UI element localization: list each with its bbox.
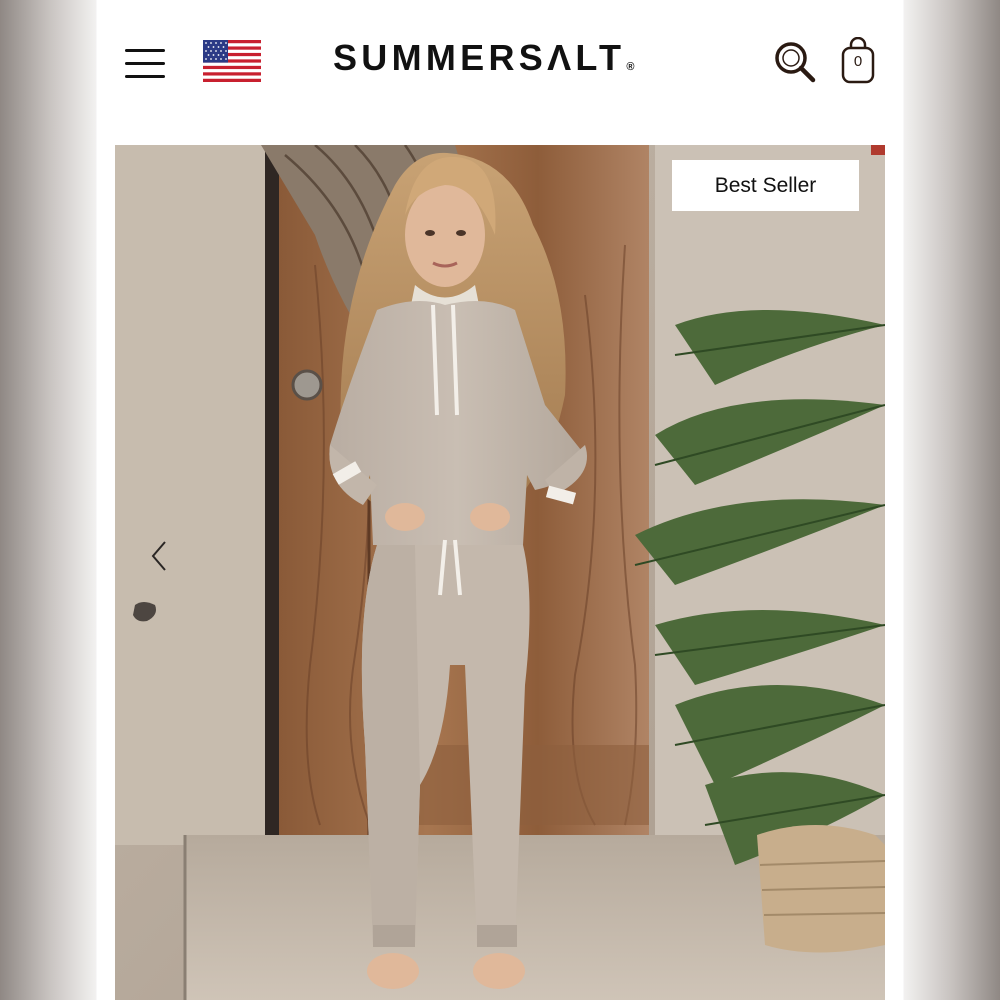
product-photo-illustration [115, 145, 885, 1000]
search-icon[interactable] [772, 39, 816, 83]
menu-line [125, 49, 165, 52]
menu-line [125, 75, 165, 78]
chevron-left-icon[interactable] [145, 536, 175, 576]
registered-mark: ® [626, 61, 635, 73]
logo-text: SUMMERSΛLT [333, 37, 626, 78]
brand-logo[interactable]: SUMMERSΛLT ® [333, 36, 634, 80]
cart-count: 0 [853, 53, 863, 70]
hamburger-menu-icon[interactable] [125, 47, 165, 79]
product-photo[interactable] [115, 145, 885, 1000]
shopping-bag-button[interactable]: 0 [838, 36, 878, 85]
best-seller-badge: Best Seller [672, 160, 859, 211]
us-flag-icon[interactable] [203, 40, 261, 82]
menu-line [125, 62, 165, 65]
